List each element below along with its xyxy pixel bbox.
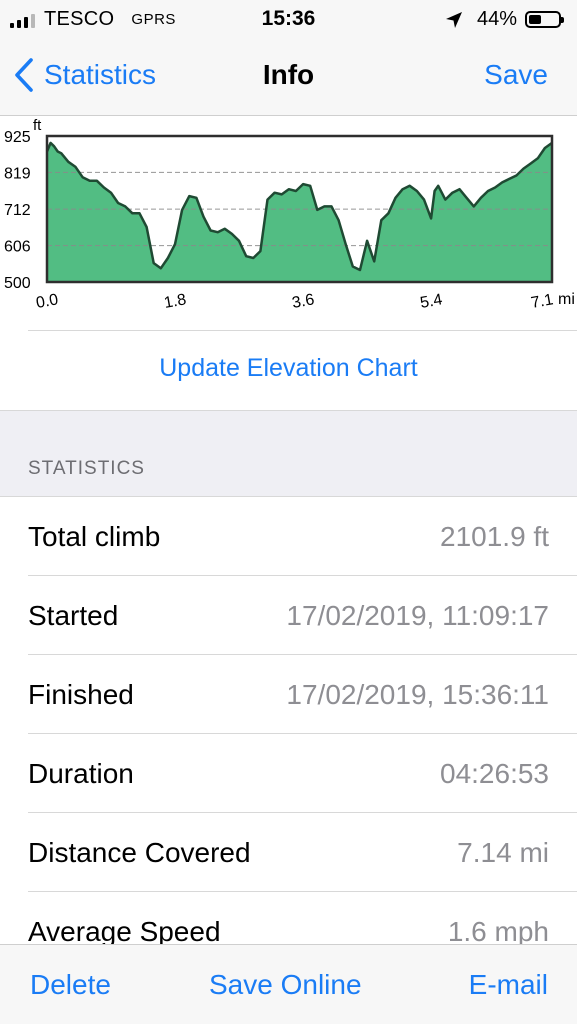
stat-row-duration: Duration 04:26:53 — [0, 734, 577, 813]
stat-row-distance-covered: Distance Covered 7.14 mi — [0, 813, 577, 892]
battery-icon — [525, 11, 564, 28]
stat-row-started: Started 17/02/2019, 11:09:17 — [0, 576, 577, 655]
section-header-area: STATISTICS — [0, 410, 577, 496]
stat-label: Finished — [28, 679, 134, 710]
x-tick-label: 1.8 — [163, 291, 188, 312]
stat-label: Total climb — [28, 521, 161, 552]
save-online-button[interactable]: Save Online — [209, 969, 362, 1001]
x-tick-label: 3.6 — [291, 291, 316, 312]
delete-button[interactable]: Delete — [30, 969, 111, 1001]
status-bar: TESCO GPRS 15:36 44% — [0, 0, 577, 38]
stat-row-finished: Finished 17/02/2019, 15:36:11 — [0, 655, 577, 734]
stat-value: 04:26:53 — [440, 758, 549, 789]
navigation-bar: Statistics Info Save — [0, 38, 577, 116]
stat-row-average-speed: Average Speed 1.6 mph — [0, 892, 577, 944]
stat-value: 2101.9 ft — [440, 521, 549, 552]
x-axis-unit: mi — [558, 291, 575, 308]
x-tick-label: 0.0 — [35, 291, 60, 312]
x-tick-label: 7.1 — [530, 291, 555, 312]
y-tick-label: 712 — [4, 202, 31, 219]
statistics-list[interactable]: Total climb 2101.9 ft Started 17/02/2019… — [0, 496, 577, 944]
elevation-area — [47, 142, 552, 282]
stat-label: Duration — [28, 758, 134, 789]
update-elevation-chart-button[interactable]: Update Elevation Chart — [0, 354, 577, 383]
location-arrow-icon — [445, 11, 462, 28]
stat-label: Distance Covered — [28, 837, 251, 868]
stat-value: 17/02/2019, 15:36:11 — [286, 679, 549, 710]
stat-label: Started — [28, 600, 119, 631]
stat-value: 7.14 mi — [457, 837, 549, 868]
stat-value: 17/02/2019, 11:09:17 — [286, 600, 549, 631]
y-tick-label: 925 — [4, 129, 31, 146]
y-tick-label: 819 — [4, 165, 31, 182]
update-chart-row: Update Elevation Chart — [0, 330, 577, 410]
stat-label: Average Speed — [28, 916, 221, 944]
y-tick-label: 606 — [4, 239, 31, 256]
stat-value: 1.6 mph — [447, 916, 549, 944]
save-button[interactable]: Save — [484, 59, 548, 91]
bottom-toolbar: Delete Save Online E-mail — [0, 944, 577, 1024]
email-button[interactable]: E-mail — [469, 969, 548, 1001]
x-tick-label: 5.4 — [419, 291, 444, 312]
y-axis-unit: ft — [33, 117, 42, 134]
elevation-chart-svg: ft925 819 712 606 5000.0 1.8 3.6 5.4 7.1 mi — [4, 117, 575, 312]
status-right-group: 44% — [445, 8, 564, 31]
stat-row-total-climb: Total climb 2101.9 ft — [0, 497, 577, 576]
battery-percent: 44% — [476, 8, 517, 30]
battery-level-fill — [529, 15, 541, 24]
y-tick-label: 500 — [4, 275, 31, 292]
elevation-chart: ft 925 819 712 606 500 0.0 1.8 3.6 5.4 7.1 mi — [0, 116, 577, 330]
section-header: STATISTICS — [28, 458, 145, 479]
